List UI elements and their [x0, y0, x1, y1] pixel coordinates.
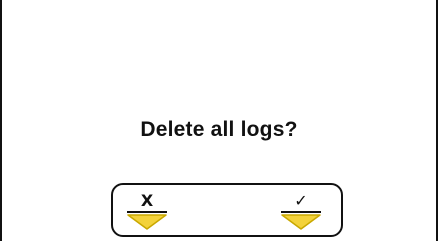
confirm-underline: [281, 211, 321, 213]
confirm-label: ✓: [294, 191, 308, 210]
down-arrow-icon: [127, 214, 167, 230]
confirm-delete-screen: Delete all logs? X ✓: [0, 0, 438, 241]
softkey-bar: X ✓: [111, 183, 343, 237]
cancel-label: X: [140, 191, 154, 210]
cancel-underline: [127, 211, 167, 213]
confirm-button[interactable]: ✓: [271, 185, 331, 237]
cancel-button[interactable]: X: [117, 185, 177, 237]
down-arrow-icon: [281, 214, 321, 230]
dialog-message: Delete all logs?: [140, 118, 298, 141]
